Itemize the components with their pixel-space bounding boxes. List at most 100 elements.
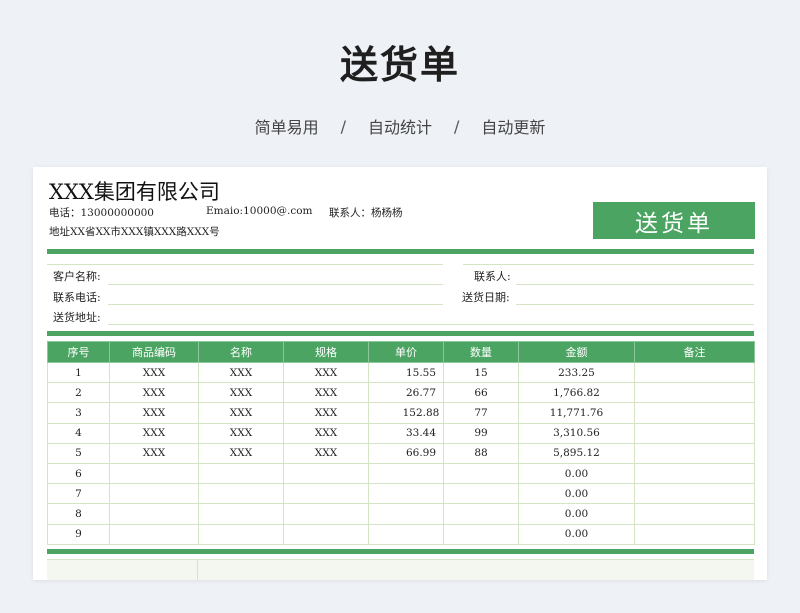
cell-spec[interactable]: XXX: [283, 361, 369, 384]
cell-index[interactable]: 3: [47, 402, 110, 424]
cell-code[interactable]: [109, 462, 199, 485]
cell-qty[interactable]: [443, 462, 519, 485]
cell-note[interactable]: [634, 361, 755, 384]
cell-price[interactable]: 15.55: [368, 361, 444, 384]
company-name: XXX集团有限公司: [49, 180, 220, 204]
cell-code[interactable]: XXX: [109, 382, 199, 404]
cell-amount[interactable]: 1,766.82: [518, 382, 635, 404]
cell-price[interactable]: 26.77: [368, 382, 444, 404]
table-row: 9 0.00: [47, 523, 755, 545]
customer-contact-field[interactable]: [516, 284, 754, 285]
cell-name[interactable]: XXX: [198, 382, 284, 404]
customer-name-field[interactable]: [108, 284, 443, 285]
cell-index[interactable]: 8: [47, 503, 110, 525]
cell-note[interactable]: [634, 422, 755, 444]
col-header-code: 商品编码: [109, 341, 199, 363]
cell-price[interactable]: [368, 523, 444, 545]
cell-code[interactable]: XXX: [109, 442, 199, 464]
feature-auto-stat: 自动统计: [367, 118, 432, 137]
customer-phone-field[interactable]: [108, 304, 443, 305]
cell-name[interactable]: [198, 503, 284, 525]
divider-bar: [47, 331, 754, 336]
cell-spec[interactable]: [283, 483, 369, 505]
cell-name[interactable]: [198, 462, 284, 485]
cell-amount[interactable]: 11,771.76: [518, 402, 635, 424]
cell-index[interactable]: 4: [47, 422, 110, 444]
cell-price[interactable]: [368, 503, 444, 525]
cell-price[interactable]: [368, 483, 444, 505]
cell-name[interactable]: [198, 483, 284, 505]
items-table: 序号 商品编码 名称 规格 单价 数量 金额 备注 1 XXX XXX XXX 15.5…: [47, 341, 755, 545]
cell-note[interactable]: [634, 483, 755, 505]
cell-spec[interactable]: [283, 503, 369, 525]
cell-amount[interactable]: 0.00: [518, 462, 635, 485]
cell-code[interactable]: XXX: [109, 361, 199, 384]
cell-code[interactable]: [109, 483, 199, 505]
cell-index[interactable]: 5: [47, 442, 110, 464]
cell-name[interactable]: [198, 523, 284, 545]
col-header-amount: 金额: [518, 341, 635, 363]
cell-spec[interactable]: XXX: [283, 442, 369, 464]
company-contact: 联系人：杨杨杨: [329, 207, 403, 219]
cell-spec[interactable]: XXX: [283, 382, 369, 404]
cell-qty[interactable]: 88: [443, 442, 519, 464]
cell-name[interactable]: XXX: [198, 442, 284, 464]
cell-name[interactable]: XXX: [198, 402, 284, 424]
cell-price[interactable]: 152.88: [368, 402, 444, 424]
cell-amount[interactable]: 0.00: [518, 523, 635, 545]
cell-spec[interactable]: XXX: [283, 422, 369, 444]
cell-spec[interactable]: [283, 462, 369, 485]
delivery-address-field[interactable]: [108, 324, 754, 325]
cell-qty[interactable]: [443, 483, 519, 505]
cell-amount[interactable]: 3,310.56: [518, 422, 635, 444]
cell-name[interactable]: XXX: [198, 361, 284, 384]
cell-index[interactable]: 2: [47, 382, 110, 404]
table-row: 8 0.00: [47, 503, 755, 525]
customer-contact-label: 联系人:: [474, 270, 511, 283]
customer-name-label: 客户名称:: [53, 270, 101, 283]
field-border: [47, 264, 443, 265]
cell-note[interactable]: [634, 503, 755, 525]
company-email: Emaio:10000@.com: [206, 205, 313, 217]
cell-note[interactable]: [634, 442, 755, 464]
cell-amount[interactable]: 0.00: [518, 503, 635, 525]
cell-note[interactable]: [634, 402, 755, 424]
cell-amount[interactable]: 0.00: [518, 483, 635, 505]
cell-index[interactable]: 6: [47, 462, 110, 485]
cell-amount[interactable]: 5,895.12: [518, 442, 635, 464]
cell-code[interactable]: [109, 523, 199, 545]
cell-name[interactable]: XXX: [198, 422, 284, 444]
cell-qty[interactable]: 66: [443, 382, 519, 404]
cell-qty[interactable]: 99: [443, 422, 519, 444]
cell-index[interactable]: 1: [47, 361, 110, 384]
cell-price[interactable]: [368, 462, 444, 485]
separator: /: [454, 116, 460, 136]
col-header-name: 名称: [198, 341, 284, 363]
cell-price[interactable]: 66.99: [368, 442, 444, 464]
table-row: 6 0.00: [47, 462, 755, 485]
cell-index[interactable]: 7: [47, 483, 110, 505]
cell-qty[interactable]: [443, 523, 519, 545]
summary-row: [47, 559, 754, 580]
cell-code[interactable]: XXX: [109, 422, 199, 444]
delivery-date-field[interactable]: [516, 304, 754, 305]
cell-qty[interactable]: 15: [443, 361, 519, 384]
cell-qty[interactable]: [443, 503, 519, 525]
cell-note[interactable]: [634, 382, 755, 404]
page-title: 送货单: [339, 43, 460, 87]
col-header-index: 序号: [47, 341, 110, 363]
table-row: 5 XXX XXX XXX 66.99 88 5,895.12: [47, 442, 755, 464]
cell-spec[interactable]: XXX: [283, 402, 369, 424]
cell-note[interactable]: [634, 523, 755, 545]
table-row: 2 XXX XXX XXX 26.77 66 1,766.82: [47, 382, 755, 404]
table-row: 4 XXX XXX XXX 33.44 99 3,310.56: [47, 422, 755, 444]
cell-qty[interactable]: 77: [443, 402, 519, 424]
cell-code[interactable]: [109, 503, 199, 525]
cell-note[interactable]: [634, 462, 755, 485]
col-header-note: 备注: [634, 341, 755, 363]
cell-index[interactable]: 9: [47, 523, 110, 545]
cell-amount[interactable]: 233.25: [518, 361, 635, 384]
cell-price[interactable]: 33.44: [368, 422, 444, 444]
cell-code[interactable]: XXX: [109, 402, 199, 424]
cell-spec[interactable]: [283, 523, 369, 545]
